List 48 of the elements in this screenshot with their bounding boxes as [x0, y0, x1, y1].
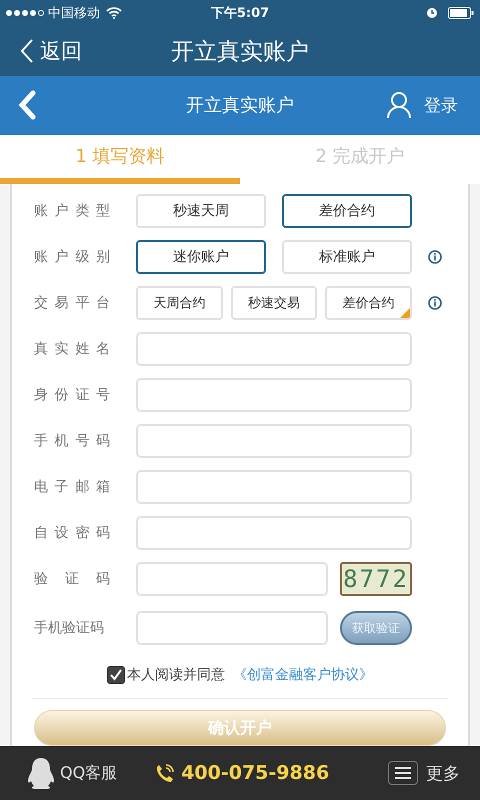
input-field[interactable] — [136, 378, 412, 412]
wifi-icon — [106, 7, 122, 19]
chevron-left-icon — [20, 38, 34, 64]
status-time: 下午5:07 — [210, 5, 270, 22]
field-label: 手机号码 — [34, 432, 110, 450]
phone-number[interactable]: 400-075-9886 — [181, 762, 330, 784]
battery-icon — [448, 7, 474, 19]
option-button[interactable]: 秒速天周 — [136, 194, 266, 228]
signal-icon — [6, 10, 44, 16]
info-icon[interactable] — [428, 296, 442, 310]
input-field[interactable] — [136, 611, 328, 645]
alarm-icon — [426, 7, 438, 19]
back-button[interactable]: 返回 — [0, 37, 82, 65]
agree-checkbox[interactable] — [107, 666, 125, 684]
option-button[interactable]: 秒速交易 — [230, 286, 318, 320]
window-title: 开立真实账户 — [171, 38, 309, 66]
input-field[interactable] — [136, 470, 412, 504]
input-field[interactable] — [136, 562, 328, 596]
menu-icon[interactable] — [388, 761, 418, 785]
input-field[interactable] — [136, 516, 412, 550]
field-label: 账户级别 — [34, 248, 110, 266]
option-button[interactable]: 标准账户 — [282, 240, 412, 274]
field-label: 验证码 — [34, 570, 110, 588]
field-label: 身份证号 — [34, 386, 110, 404]
carrier-name: 中国移动 — [48, 5, 100, 22]
option-button[interactable]: 天周合约 — [136, 286, 223, 320]
field-label: 交易平台 — [34, 294, 110, 312]
field-label: 账户类型 — [34, 202, 110, 220]
agreement-text: 本人阅读并同意 — [127, 666, 225, 684]
field-label: 手机验证码 — [34, 619, 105, 637]
chevron-left-icon[interactable] — [18, 90, 36, 120]
input-field[interactable] — [136, 332, 412, 366]
option-button[interactable]: 差价合约 — [282, 194, 412, 228]
input-field[interactable] — [136, 424, 412, 458]
option-button[interactable]: 差价合约 — [325, 286, 412, 320]
field-label: 电子邮箱 — [34, 478, 110, 496]
info-icon[interactable] — [428, 250, 442, 264]
field-label: 自设密码 — [34, 524, 110, 542]
field-label: 真实姓名 — [34, 340, 110, 358]
captcha-image: 8772 — [340, 562, 412, 596]
login-link[interactable]: 登录 — [424, 94, 458, 117]
option-button[interactable]: 迷你账户 — [136, 240, 266, 274]
more-link[interactable]: 更多 — [426, 762, 460, 784]
user-icon[interactable] — [386, 91, 412, 120]
page-title: 开立真实账户 — [186, 94, 294, 118]
phone-icon[interactable] — [155, 763, 176, 783]
qq-service-link[interactable]: QQ客服 — [60, 762, 118, 784]
agreement-link[interactable]: 《创富金融客户协议》 — [233, 666, 373, 684]
